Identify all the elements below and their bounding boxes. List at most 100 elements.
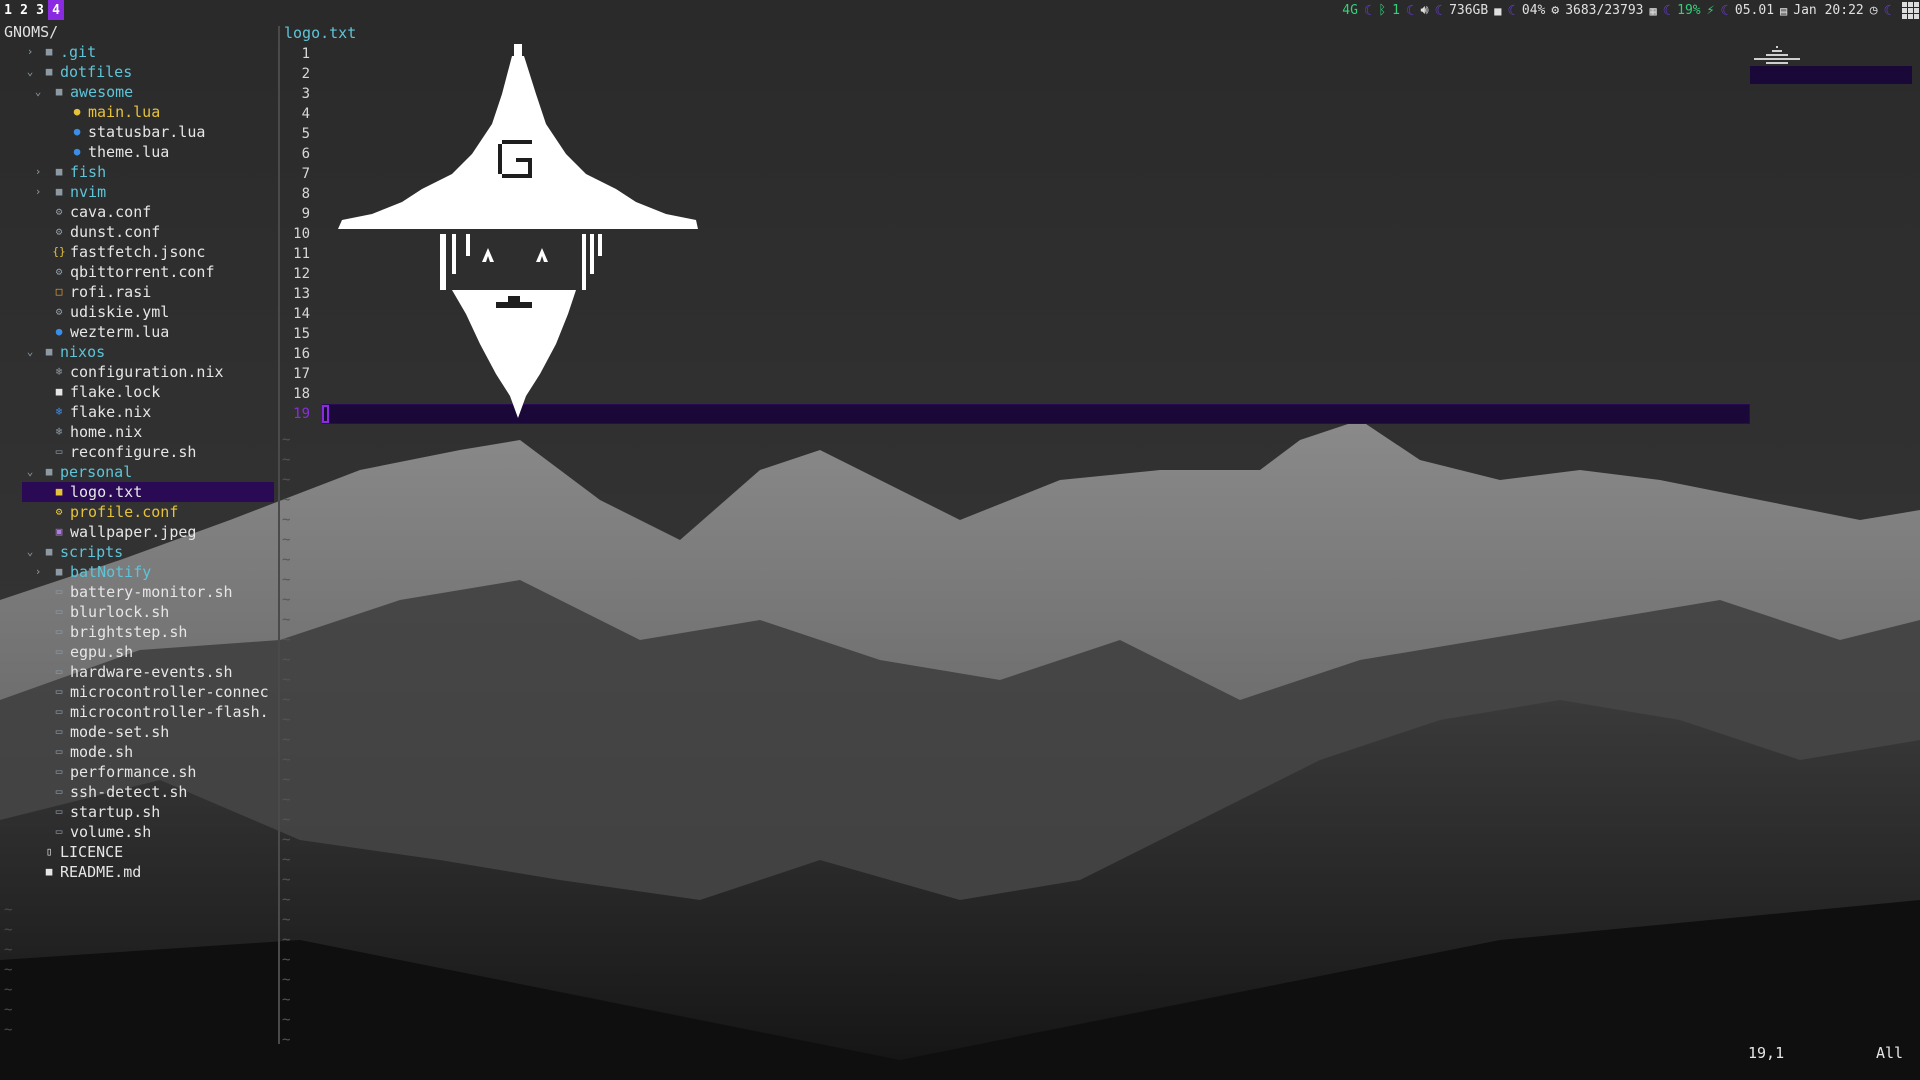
empty-line-marker: ~ (282, 672, 291, 688)
tree-file-row[interactable]: ⚙ dunst.conf (0, 222, 276, 242)
shell-file-icon: ▭ (55, 585, 63, 598)
tree-folder-row[interactable]: › ■ nvim (0, 182, 276, 202)
workspace-tag-3[interactable]: 3 (32, 0, 48, 20)
tree-file-row[interactable]: ▭ mode.sh (0, 742, 276, 762)
tree-file-row[interactable]: ▭ mode-set.sh (0, 722, 276, 742)
tree-item-label: rofi.rasi (70, 283, 152, 301)
tree-folder-row[interactable]: › ■ fish (0, 162, 276, 182)
chevron-down-icon[interactable]: ⌄ (32, 82, 44, 102)
tree-file-row[interactable]: {} fastfetch.jsonc (0, 242, 276, 262)
tree-item-label: nixos (60, 343, 106, 361)
minimap-viewport[interactable] (1750, 66, 1912, 84)
disk-usage: 736GB (1449, 3, 1489, 18)
tree-file-row[interactable]: ▭ hardware-events.sh (0, 662, 276, 682)
tree-rows: › ■ .git ⌄ ■ dotfiles ⌄ ■ awesome ● main.lua ● statu… (0, 42, 276, 882)
empty-line-marker: ~ (4, 982, 13, 998)
chevron-down-icon[interactable]: ⌄ (24, 342, 36, 362)
tree-file-row[interactable]: ▣ wallpaper.jpeg (0, 522, 276, 542)
line-number: 7 (301, 166, 310, 182)
folder-open-icon: ■ (45, 465, 53, 478)
status-bar: 1 2 3 4 4G ☾ ᛒ 1 ☾ 🔊︎ ☾ 736GB ■ ☾ 04% ⚙ … (0, 0, 1920, 22)
empty-line-marker: ~ (282, 652, 291, 668)
empty-line-marker: ~ (282, 832, 291, 848)
tree-item-label: cava.conf (70, 203, 152, 221)
tree-file-row[interactable]: ▭ microcontroller-flash. (0, 702, 276, 722)
tree-file-row[interactable]: ▭ volume.sh (0, 822, 276, 842)
line-number: 19 (293, 406, 310, 422)
nix-snowflake-icon: ❄ (55, 425, 63, 438)
tree-file-row[interactable]: ⚙ cava.conf (0, 202, 276, 222)
tree-file-row[interactable]: ▭ microcontroller-connec (0, 682, 276, 702)
empty-line-marker: ~ (4, 922, 13, 938)
chevron-right-icon[interactable]: › (32, 182, 44, 202)
tree-folder-row[interactable]: ⌄ ■ awesome (0, 82, 276, 102)
wizard-hat (338, 44, 698, 229)
separator-moon-icon: ☾ (1363, 3, 1373, 19)
tree-file-row[interactable]: ▭ egpu.sh (0, 642, 276, 662)
tree-folder-row[interactable]: › ■ batNotify (0, 562, 276, 582)
cpu-usage: 04% (1521, 3, 1546, 18)
tree-file-row[interactable]: ■ README.md (0, 862, 276, 882)
separator-moon-icon: ☾ (1883, 3, 1892, 19)
tree-file-row[interactable]: ▭ performance.sh (0, 762, 276, 782)
chevron-right-icon[interactable]: › (24, 42, 36, 62)
line-number: 18 (293, 386, 310, 402)
tree-item-label: volume.sh (70, 823, 152, 841)
tree-folder-row[interactable]: ⌄ ■ personal (0, 462, 276, 482)
minimap[interactable] (1750, 44, 1912, 86)
line-number: 9 (301, 206, 310, 222)
tree-folder-row[interactable]: › ■ .git (0, 42, 276, 62)
chevron-right-icon[interactable]: › (32, 562, 44, 582)
tree-item-label: awesome (70, 83, 134, 101)
workspace-tag-1[interactable]: 1 (0, 0, 16, 20)
empty-line-marker: ~ (282, 452, 291, 468)
tree-file-row[interactable]: ▭ ssh-detect.sh (0, 782, 276, 802)
tree-file-row[interactable]: ▭ startup.sh (0, 802, 276, 822)
chevron-down-icon[interactable]: ⌄ (24, 542, 36, 562)
chevron-down-icon[interactable]: ⌄ (24, 462, 36, 482)
tree-folder-row[interactable]: ⌄ ■ scripts (0, 542, 276, 562)
tree-file-row[interactable]: ● theme.lua (0, 142, 276, 162)
tree-file-row[interactable]: ❄ flake.nix (0, 402, 276, 422)
tree-file-row[interactable]: ● statusbar.lua (0, 122, 276, 142)
lua-file-icon: ● (55, 325, 63, 338)
tree-item-label: LICENCE (60, 843, 124, 861)
split-divider[interactable] (278, 26, 280, 1044)
workspace-tag-2[interactable]: 2 (16, 0, 32, 20)
tree-folder-row[interactable]: ⌄ ■ dotfiles (0, 62, 276, 82)
empty-line-marker: ~ (4, 902, 13, 918)
tree-item-label: reconfigure.sh (70, 443, 197, 461)
tree-item-label: .git (60, 43, 97, 61)
volume-icon[interactable]: 🔊︎ (1420, 0, 1428, 22)
tree-file-row[interactable]: ■ logo.txt (22, 482, 274, 502)
separator-moon-icon: ☾ (1720, 3, 1729, 19)
tree-file-row[interactable]: ❄ home.nix (0, 422, 276, 442)
bluetooth-icon: ᛒ (1378, 3, 1387, 18)
layout-grid-icon[interactable] (1902, 2, 1920, 20)
tree-file-row[interactable]: ⚙ qbittorrent.conf (0, 262, 276, 282)
tree-file-row[interactable]: ▭ reconfigure.sh (0, 442, 276, 462)
folder-icon: ■ (45, 45, 53, 58)
tree-file-row[interactable]: ▭ battery-monitor.sh (0, 582, 276, 602)
tree-file-row[interactable]: ⚙ udiskie.yml (0, 302, 276, 322)
tree-file-row[interactable]: ● wezterm.lua (0, 322, 276, 342)
empty-line-marker: ~ (4, 942, 13, 958)
tree-file-row[interactable]: ⚙ profile.conf (0, 502, 276, 522)
wizard-face (440, 234, 602, 290)
chevron-down-icon[interactable]: ⌄ (24, 62, 36, 82)
tree-file-row[interactable]: ▭ blurlock.sh (0, 602, 276, 622)
workspace-tag-4[interactable]: 4 (48, 0, 64, 20)
tree-item-label: configuration.nix (70, 363, 224, 381)
folder-open-icon: ■ (45, 345, 53, 358)
tree-file-row[interactable]: ● main.lua (0, 102, 276, 122)
tree-file-row[interactable]: ■ flake.lock (0, 382, 276, 402)
shell-file-icon: ▭ (55, 665, 63, 678)
tree-item-label: home.nix (70, 423, 143, 441)
battery-time-left: 05.01 (1734, 3, 1775, 18)
tree-file-row[interactable]: □ rofi.rasi (0, 282, 276, 302)
chevron-right-icon[interactable]: › (32, 162, 44, 182)
tree-folder-row[interactable]: ⌄ ■ nixos (0, 342, 276, 362)
tree-file-row[interactable]: ▯ LICENCE (0, 842, 276, 862)
tree-file-row[interactable]: ▭ brightstep.sh (0, 622, 276, 642)
tree-file-row[interactable]: ❄ configuration.nix (0, 362, 276, 382)
